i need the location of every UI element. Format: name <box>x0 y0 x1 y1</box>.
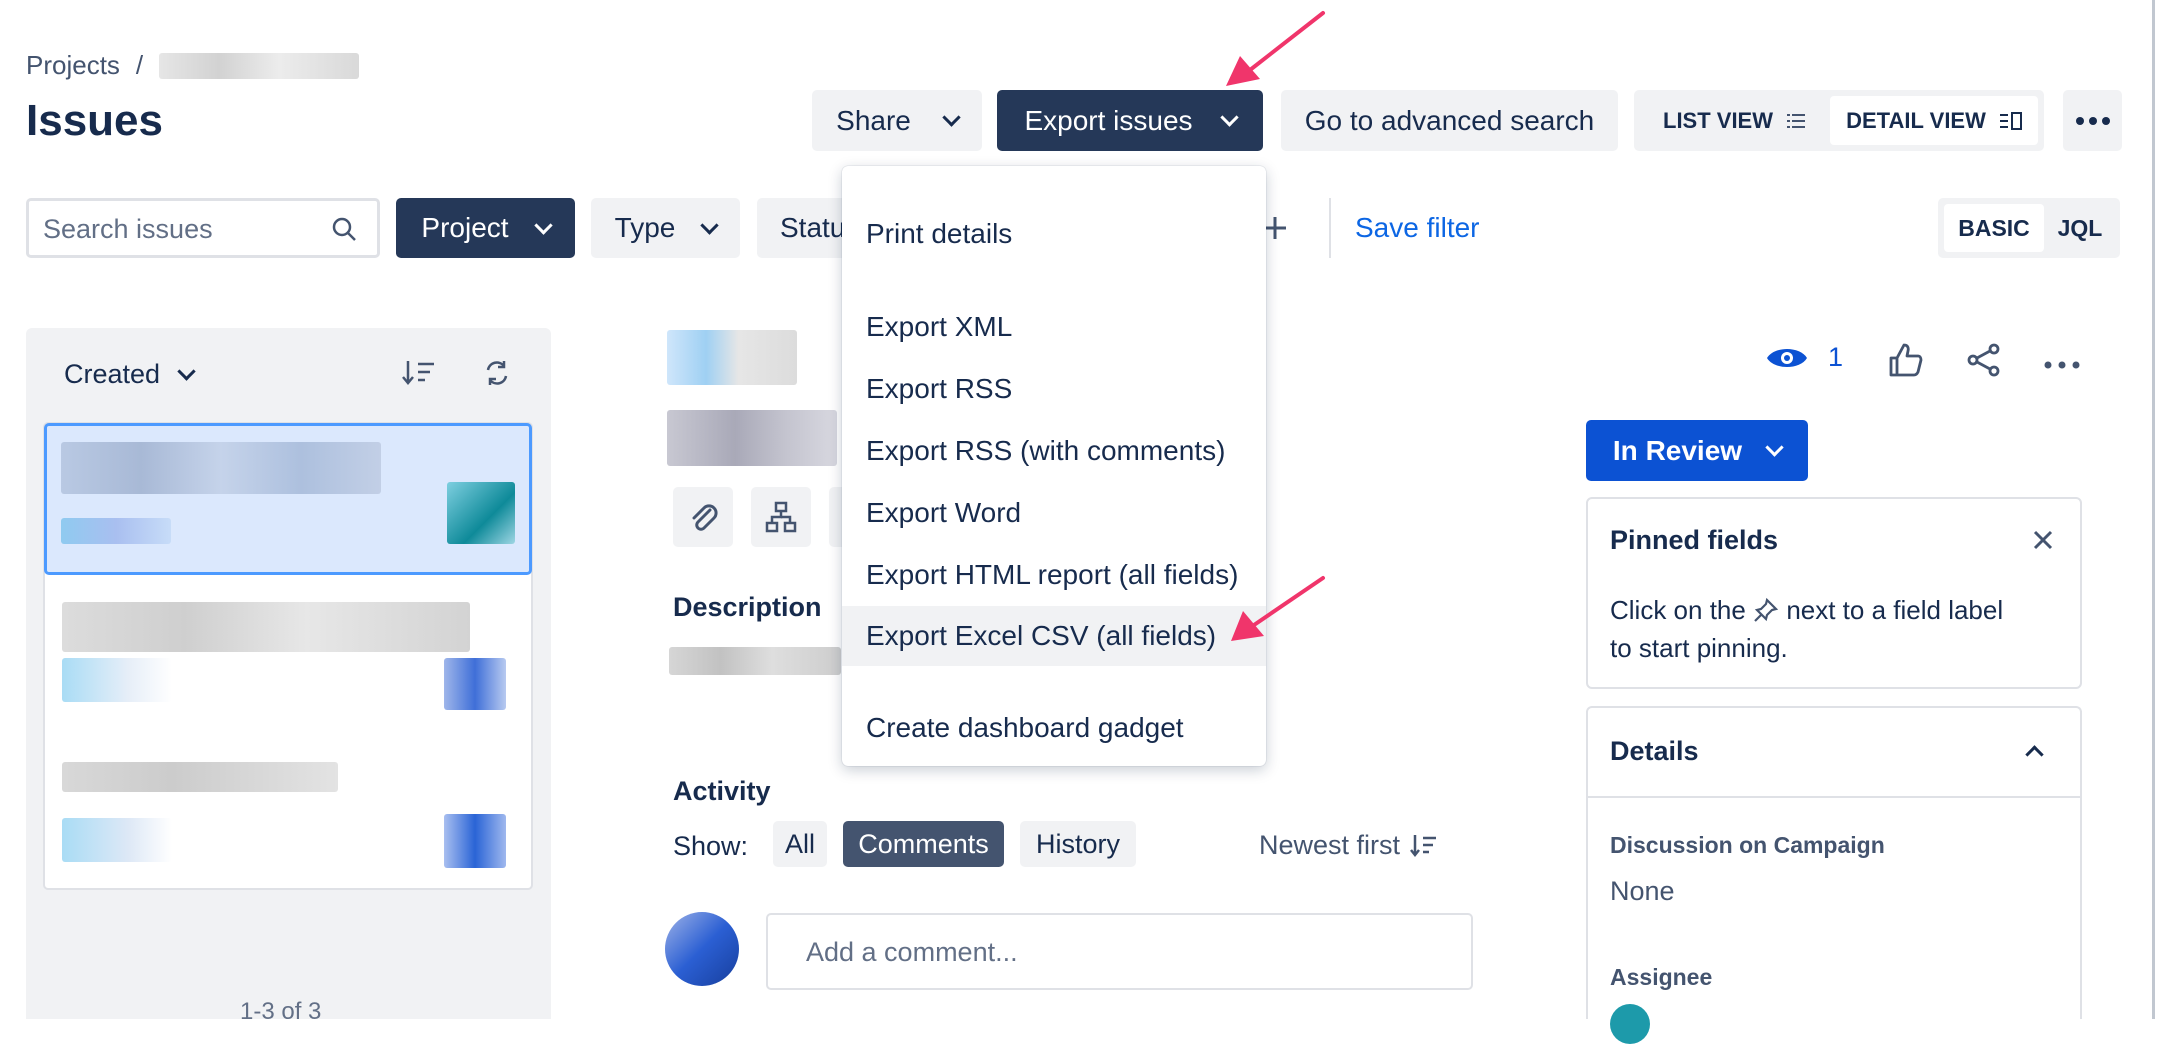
annotation-arrow-excel-csv <box>1231 576 1325 641</box>
annotation-arrows <box>1226 11 1325 641</box>
annotation-arrow-export-button <box>1226 11 1325 86</box>
